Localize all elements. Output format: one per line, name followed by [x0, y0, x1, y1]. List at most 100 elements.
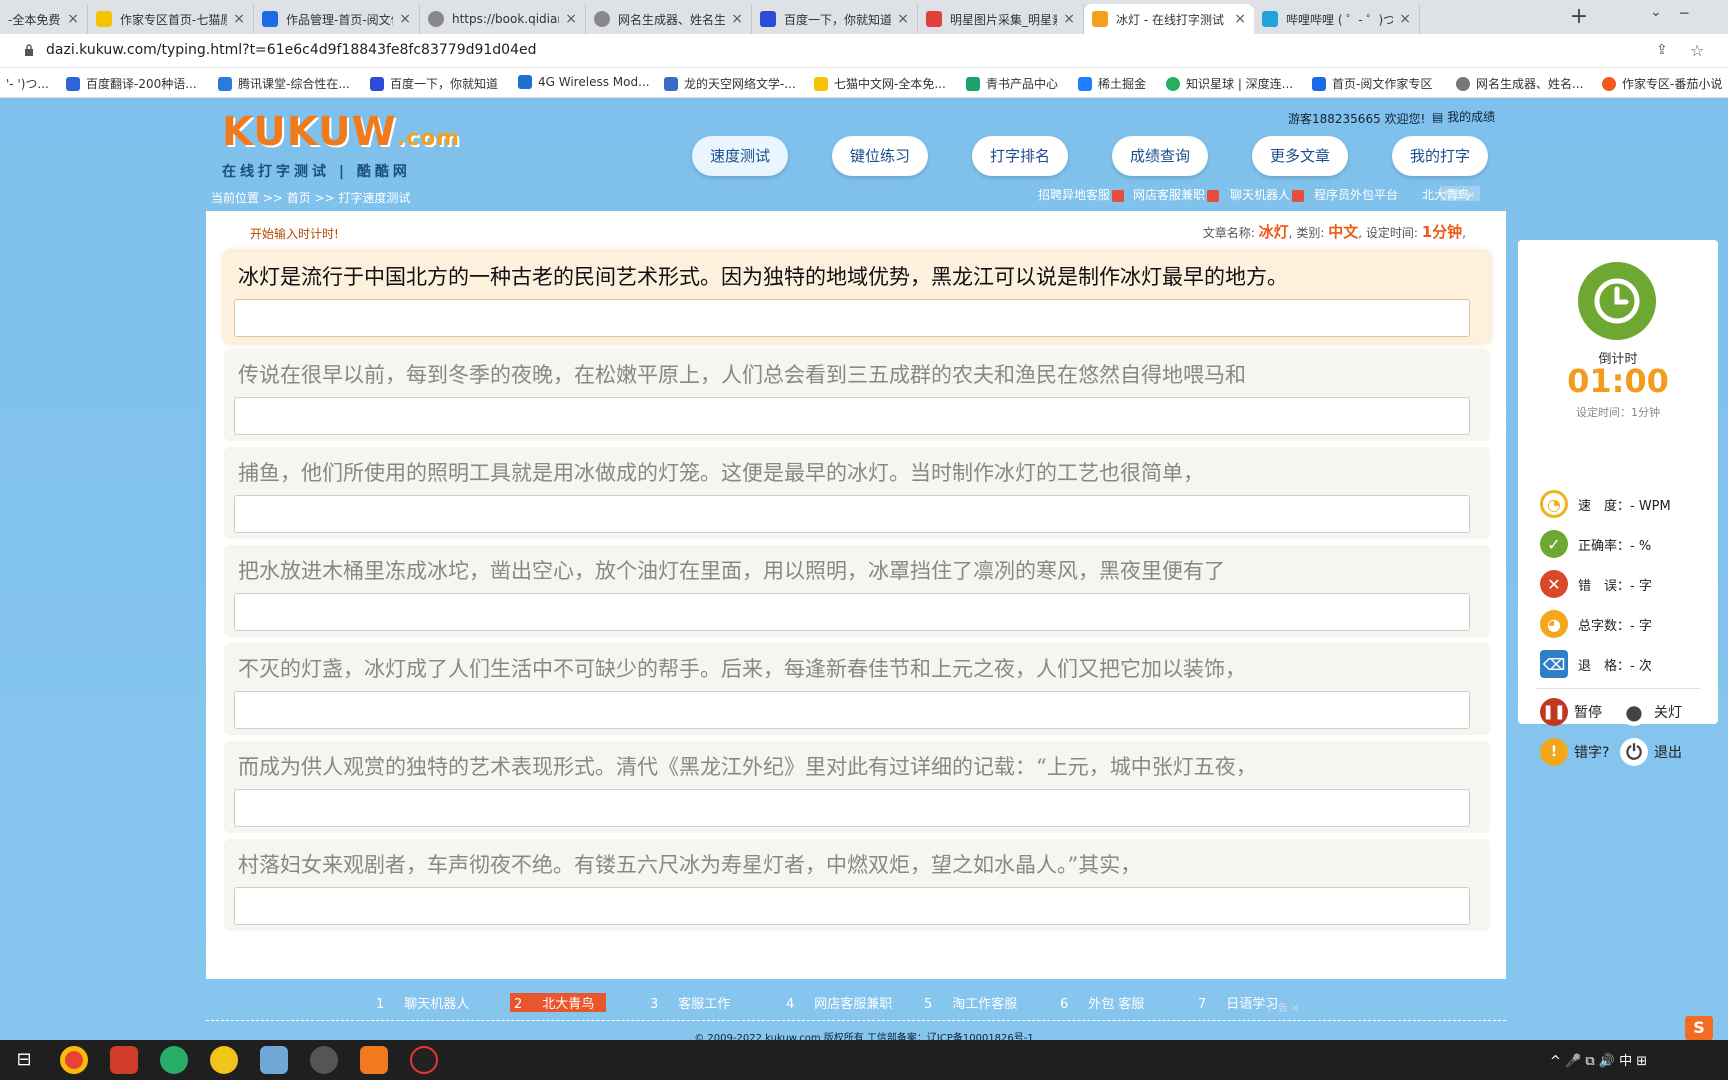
nav-speed-test[interactable]: 速度测试: [692, 136, 788, 176]
nav-ranking[interactable]: 打字排名: [972, 136, 1068, 176]
lights-off-button[interactable]: ● 关灯: [1620, 698, 1682, 726]
avatar-app-icon[interactable]: [310, 1046, 338, 1074]
close-icon[interactable]: ×: [565, 11, 577, 27]
footer-link[interactable]: 6 外包 客服: [1060, 993, 1144, 1012]
my-score-link[interactable]: ▤ 我的成绩: [1432, 108, 1495, 125]
lock-icon[interactable]: [24, 44, 34, 56]
lights-off-label: 关灯: [1654, 705, 1682, 721]
close-icon[interactable]: ×: [1234, 11, 1246, 27]
footer-link[interactable]: 1 聊天机器人: [376, 993, 469, 1012]
promo-label: 聊天机器人: [1230, 188, 1291, 202]
app-icon[interactable]: [210, 1046, 238, 1074]
bookmark-item[interactable]: 稀土掘金: [1078, 75, 1146, 92]
browser-tab-2[interactable]: 作家专区首页-七猫原 ×: [88, 4, 254, 34]
browser-tab-4[interactable]: https://book.qidian.c ×: [420, 4, 586, 34]
article-name: 冰灯: [1258, 223, 1289, 241]
chrome-icon[interactable]: [60, 1046, 88, 1074]
footer-link[interactable]: 3 客服工作: [650, 993, 730, 1012]
close-icon[interactable]: ×: [897, 11, 909, 27]
browser-tab-5[interactable]: 网名生成器、姓名生成 ×: [586, 4, 752, 34]
promo-link[interactable]: 程序员外包平台: [1314, 186, 1398, 203]
sogou-ime-icon[interactable]: S: [1685, 1016, 1713, 1040]
footer-link[interactable]: 5 淘工作客服: [924, 993, 1017, 1012]
footer-link[interactable]: 2 北大青鸟: [510, 993, 607, 1012]
typing-input[interactable]: [234, 887, 1470, 925]
notepad-icon[interactable]: [260, 1046, 288, 1074]
browser-tab-3[interactable]: 作品管理-首页-阅文作 ×: [254, 4, 420, 34]
browser-tab-6[interactable]: 百度一下，你就知道 ×: [752, 4, 918, 34]
footer-link[interactable]: 4 网店客服兼职: [786, 993, 892, 1012]
footer-link-num: 2: [514, 997, 523, 1012]
bookmark-item[interactable]: 七猫中文网-全本免...: [814, 75, 946, 92]
typo-label: 错字?: [1574, 745, 1610, 761]
chevron-down-icon[interactable]: ⌄: [1650, 4, 1662, 20]
bookmark-item[interactable]: 青书产品中心: [966, 75, 1058, 92]
pause-button[interactable]: ❚❚ 暂停: [1540, 698, 1602, 726]
typing-input[interactable]: [234, 789, 1470, 827]
close-icon[interactable]: ×: [1399, 11, 1411, 27]
typing-line: 而成为供人观赏的独特的艺术表现形式。清代《黑龙江外纪》里对此有过详细的记载：“上…: [224, 741, 1490, 833]
bookmark-item[interactable]: 腾讯课堂-综合性在...: [218, 75, 350, 92]
window-controls[interactable]: ─: [1680, 6, 1688, 22]
bookmark-item[interactable]: 龙的天空网络文学-...: [664, 75, 796, 92]
typing-input[interactable]: [234, 495, 1470, 533]
share-icon[interactable]: ⇪: [1656, 42, 1668, 58]
typing-input[interactable]: [234, 397, 1470, 435]
new-tab-button[interactable]: +: [1566, 4, 1592, 30]
wechat-icon[interactable]: [160, 1046, 188, 1074]
browser-tab-7[interactable]: 明星图片采集_明星素 ×: [918, 4, 1084, 34]
url-field[interactable]: dazi.kukuw.com/typing.html?t=61e6c4d9f18…: [46, 42, 537, 58]
backspace-icon: ⌫: [1540, 650, 1568, 678]
total-value: 总字数：- 字: [1578, 618, 1652, 634]
bookmark-label: 首页-阅文作家专区: [1332, 77, 1433, 91]
bookmark-item[interactable]: 百度一下，你就知道: [370, 75, 498, 92]
bookmark-item[interactable]: 首页-阅文作家专区: [1312, 75, 1432, 92]
bookmark-item[interactable]: 知识星球 | 深度连...: [1166, 75, 1293, 92]
system-tray[interactable]: ^ 🎤 ⧉ 🔊 中 ⊞: [1550, 1050, 1647, 1069]
bookmark-item[interactable]: '- ')つ...: [6, 75, 49, 92]
kukuw-page: KUKUW.com 在线打字测试 | 酷酷网 游客188235665 欢迎您! …: [0, 98, 1728, 1040]
nav-score-query[interactable]: 成绩查询: [1112, 136, 1208, 176]
exit-label: 退出: [1654, 745, 1682, 761]
site-logo[interactable]: KUKUW.com 在线打字测试 | 酷酷网: [222, 112, 462, 182]
task-view-icon[interactable]: ⊟: [10, 1046, 38, 1074]
close-icon[interactable]: ×: [67, 11, 79, 27]
typing-input[interactable]: [234, 593, 1470, 631]
typing-input[interactable]: [234, 299, 1470, 337]
typing-input[interactable]: [234, 691, 1470, 729]
promo-link[interactable]: 聊天机器人: [1230, 186, 1305, 203]
close-icon[interactable]: ×: [731, 11, 743, 27]
ad-tag[interactable]: 广告 ×: [1440, 186, 1480, 201]
bookmarks-bar: '- ')つ... 百度翻译-200种语... 腾讯课堂-综合性在... 百度一…: [0, 68, 1728, 98]
wireless-icon: [518, 75, 532, 89]
bookmark-item[interactable]: 作家专区-番茄小说: [1602, 75, 1722, 92]
nav-my-typing[interactable]: 我的打字: [1392, 136, 1488, 176]
countdown-timer: 01:00: [1567, 362, 1669, 400]
close-icon[interactable]: ×: [399, 11, 411, 27]
close-icon[interactable]: ×: [1063, 11, 1075, 27]
speedometer-icon: ◔: [1540, 490, 1568, 518]
nav-more-articles[interactable]: 更多文章: [1252, 136, 1348, 176]
promo-link[interactable]: 招聘异地客服: [1038, 186, 1125, 203]
close-icon[interactable]: ×: [233, 11, 245, 27]
footer-ad-tag[interactable]: 广告 ×: [1268, 999, 1300, 1014]
typo-report-button[interactable]: ! 错字?: [1540, 738, 1609, 766]
footer-link[interactable]: 7 日语学习: [1198, 993, 1278, 1012]
wps-icon[interactable]: [110, 1046, 138, 1074]
orange-app-icon[interactable]: [360, 1046, 388, 1074]
bookmark-item[interactable]: 网名生成器、姓名...: [1456, 75, 1583, 92]
bookmark-star-icon[interactable]: ☆: [1690, 41, 1704, 60]
promo-link[interactable]: 网店客服兼职: [1133, 186, 1220, 203]
timer-hint: 开始输入时计时!: [250, 227, 339, 241]
exit-button[interactable]: ⏻ 退出: [1620, 738, 1682, 766]
category-label: 类别:: [1296, 226, 1325, 240]
record-icon[interactable]: [410, 1046, 438, 1074]
bookmark-label: 腾讯课堂-综合性在...: [238, 77, 350, 91]
bookmark-item[interactable]: 百度翻译-200种语...: [66, 75, 197, 92]
nav-key-practice[interactable]: 键位练习: [832, 136, 928, 176]
bookmark-label: 稀土掘金: [1098, 77, 1147, 91]
browser-tab-9[interactable]: 哔哩哔哩 ( ゜- ゜)つロ ×: [1254, 4, 1420, 34]
browser-tab-active[interactable]: 冰灯 - 在线打字测试 ×: [1084, 4, 1254, 34]
browser-tab-1[interactable]: -全本免费 ×: [0, 4, 88, 34]
bookmark-item[interactable]: 4G Wireless Mod...: [518, 75, 650, 89]
